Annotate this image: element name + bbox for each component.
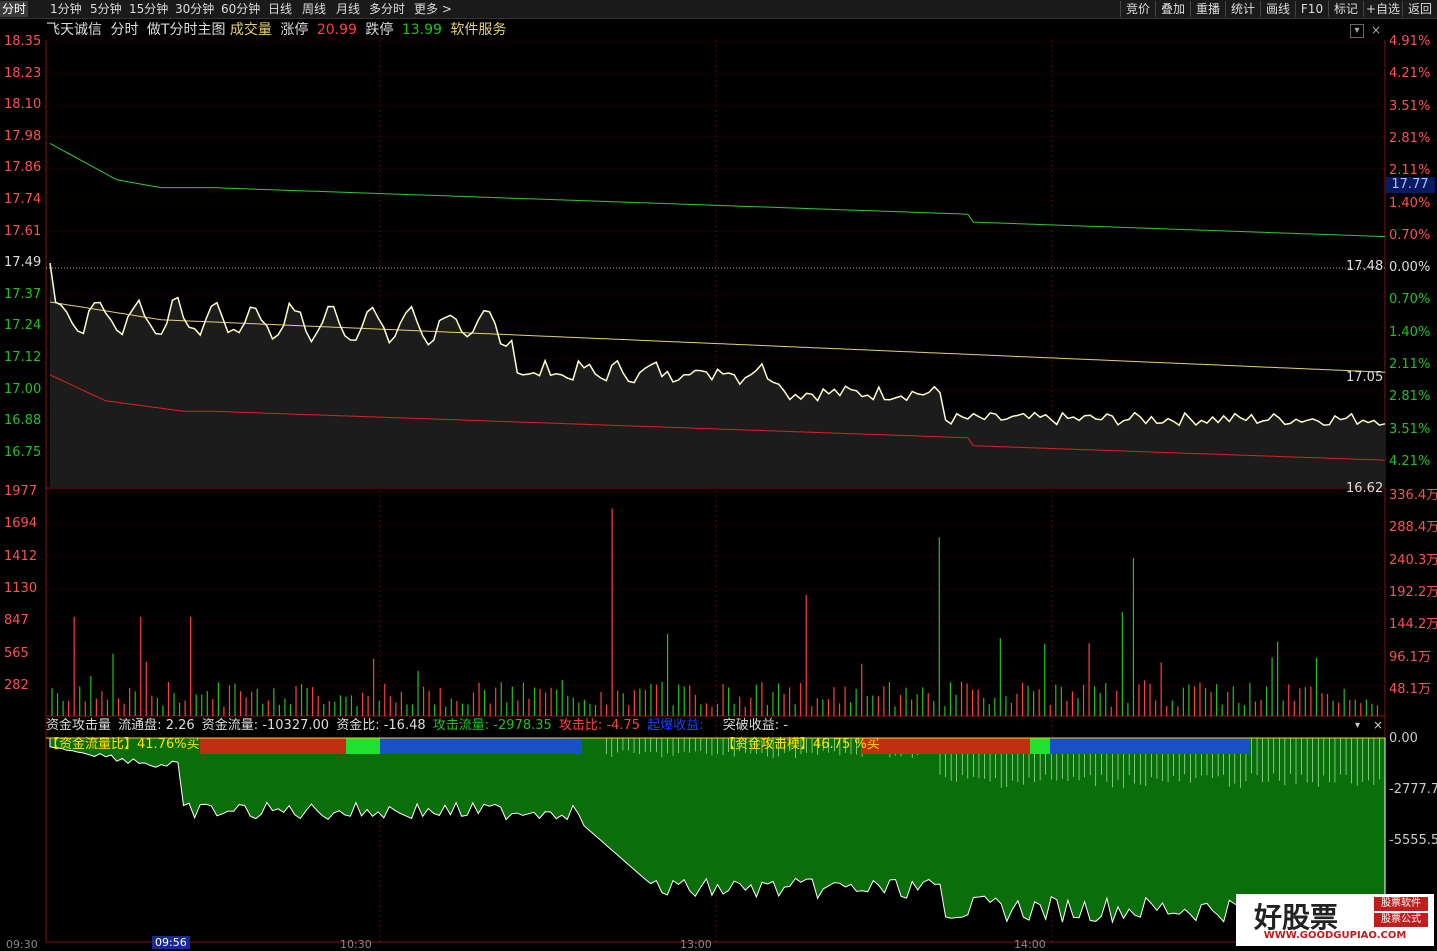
chart-fills [50,263,1385,488]
price-left-label-1: 18.23 [4,65,42,81]
price-left-label-7: 17.49 [4,255,42,271]
panel-close-icon[interactable]: × [1373,718,1383,732]
volume-left-label-5: 565 [4,645,29,661]
panel-dropdown-icon[interactable]: ▾ [1355,720,1360,731]
attack-mode-tag: 【资金攻击模】46.75 %买 [722,737,880,752]
price-right-label-10: 2.11% [1389,357,1431,372]
volume-right-label-0: 336.4万 [1389,488,1437,503]
upper-band-line [49,142,1386,238]
price-left-label-8: 17.37 [4,286,42,302]
volume-left-label-4: 847 [4,613,29,629]
price-left-label-6: 17.61 [4,223,42,239]
upper-band-end-label: 17.48 [1346,259,1384,274]
attack-ratio-value: -4.75 [606,718,641,733]
price-right-label-2: 3.51% [1389,98,1431,114]
volume-right-label-5: 96.1万 [1389,649,1431,665]
time-1400: 14:00 [1014,938,1046,951]
flow-axis-2: -5555.5 [1389,833,1437,848]
flow-label: 资金流量: [201,718,259,733]
attack-mode-bar-green [1030,738,1050,754]
attack-label: 攻击流量: [432,718,490,733]
price-right-label-6: 0.70% [1389,227,1431,243]
price-left-label-12: 16.88 [4,413,42,429]
indicator-info-bar: 资金攻击量 流通盘: 2.26 资金流量: -10327.00 资金比: -16… [46,717,791,735]
price-right-label-12: 3.51% [1389,421,1431,437]
volume-right-label-6: 48.1万 [1389,681,1431,697]
price-area-fill [50,263,1385,488]
price-right-label-8: 0.70% [1389,292,1431,308]
surge-label: 起爆收益: [647,718,704,733]
volume-right-label-1: 288.4万 [1389,520,1437,536]
price-right-label-5: 1.40% [1389,195,1431,211]
volume-bars [51,508,1379,716]
price-left-label-11: 17.00 [4,381,42,397]
price-right-label-13: 4.21% [1389,453,1431,469]
indicator-panel-name[interactable]: 资金攻击量 [46,718,111,733]
flow-axis-0: 0.00 [1389,731,1418,746]
price-left-label-0: 18.35 [4,34,42,49]
volume-left-label-6: 282 [4,677,29,693]
price-right-label-4: 2.11% [1389,163,1431,179]
attack-value: -2978.35 [493,718,552,733]
price-left-label-2: 18.10 [4,97,42,113]
ratio-label: 资金比: [336,718,380,733]
price-left-label-5: 17.74 [4,192,42,207]
time-1030: 10:30 [340,938,372,951]
fund-ratio-bar-red [200,738,346,754]
flow-value: -10327.00 [262,718,330,733]
price-right-label-0: 4.91% [1389,34,1431,49]
price-right-label-11: 2.81% [1389,389,1431,405]
time-1300: 13:00 [680,938,712,951]
float-label: 流通盘: [118,718,162,733]
attack-mode-bar-blue [1050,738,1250,754]
flow-axis-1: -2777.7 [1389,782,1437,797]
volume-right-label-4: 144.2万 [1389,617,1437,633]
time-0930: 09:30 [6,938,38,951]
current-price-box: 17.77 [1385,177,1435,193]
volume-left-label-3: 1130 [4,580,38,596]
intraday-chart[interactable] [0,0,1437,948]
time-cursor: 09:56 [152,936,190,949]
watermark-logo: 好股票 股票软件 股票公式 WWW.GOODGUPIAO.COM [1236,894,1434,946]
volume-left-label-2: 1412 [4,548,38,564]
price-left-label-9: 17.24 [4,318,42,334]
attack-ratio-label: 攻击比: [558,718,603,733]
fund-ratio-tag: 【资金流量比】41.76%买 [46,737,200,752]
volume-left-label-0: 1977 [4,484,38,499]
watermark-tag-software: 股票软件 [1374,897,1428,911]
breakout-value: - [783,718,788,733]
price-left-label-4: 17.86 [4,160,42,176]
price-left-label-13: 16.75 [4,444,42,460]
watermark-tag-formula: 股票公式 [1374,913,1428,927]
attack-mode-bar-red [862,738,1030,754]
avg-end-label: 17.05 [1346,370,1384,385]
volume-left-label-1: 1694 [4,516,38,532]
watermark-url: WWW.GOODGUPIAO.COM [1263,930,1407,941]
fund-ratio-bar-green [346,738,380,754]
flow-bars [46,737,1386,924]
price-right-label-9: 1.40% [1389,324,1431,340]
fund-ratio-bar-blue [380,738,582,754]
price-left-label-10: 17.12 [4,350,42,365]
ratio-value: -16.48 [383,718,426,733]
price-right-label-1: 4.21% [1389,66,1431,82]
volume-right-label-3: 192.2万 [1389,584,1437,600]
float-value: 2.26 [165,718,195,733]
breakout-label: 突破收益: [722,718,780,733]
price-right-label-3: 2.81% [1389,130,1431,146]
volume-right-label-2: 240.3万 [1389,552,1437,568]
lower-band-end-label: 16.62 [1346,481,1384,496]
price-left-label-3: 17.98 [4,128,42,144]
price-right-label-7: 0.00% [1389,260,1431,276]
